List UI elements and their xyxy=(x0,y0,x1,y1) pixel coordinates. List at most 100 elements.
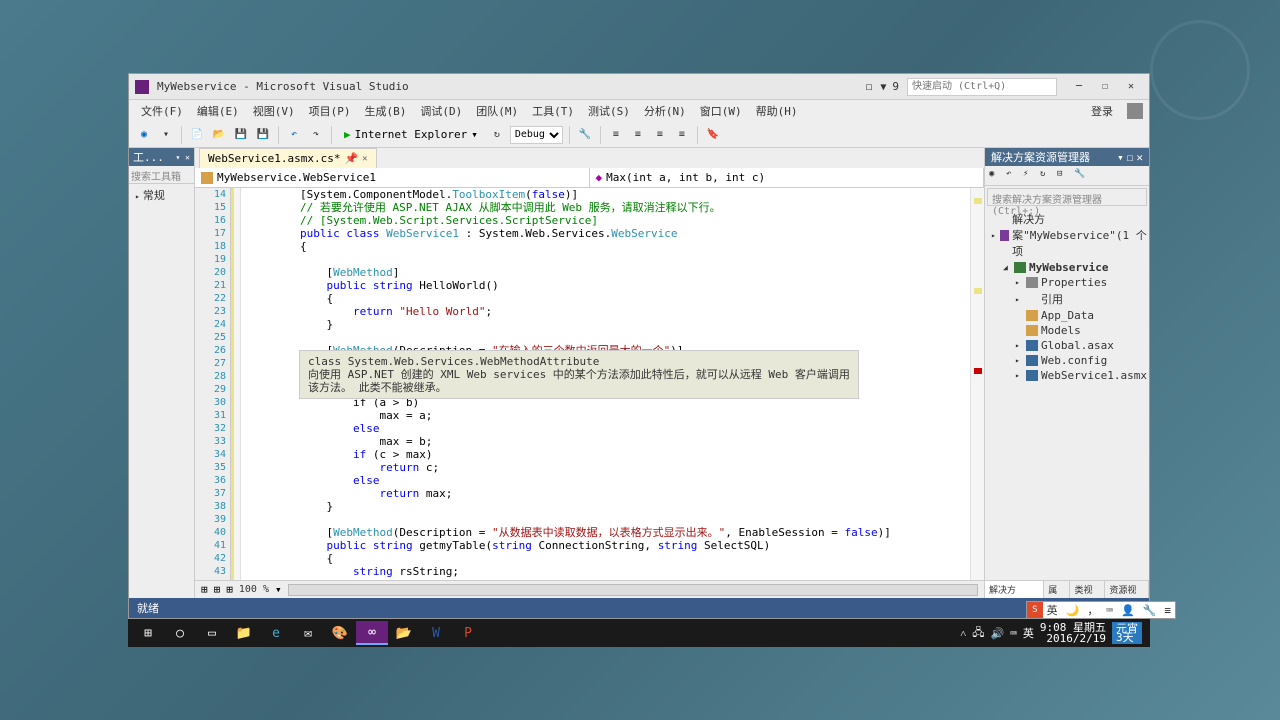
tree-item[interactable]: ▸WebService1.asmx xyxy=(987,368,1147,383)
solution-tree[interactable]: ▸解决方案"MyWebservice"(1 个项◢MyWebservice▸Pr… xyxy=(985,208,1149,580)
footer-icon3[interactable]: ⊞ xyxy=(226,583,233,596)
tree-item[interactable]: App_Data xyxy=(987,308,1147,323)
titlebar[interactable]: MyWebservice - Microsoft Visual Studio ☐… xyxy=(129,74,1149,100)
user-icon[interactable] xyxy=(1127,103,1143,119)
outlook-icon[interactable]: ✉ xyxy=(292,621,324,645)
se-refresh-icon[interactable]: ↻ xyxy=(1040,169,1054,183)
back-button[interactable]: ◉ xyxy=(135,126,153,144)
tree-item[interactable]: ▸Web.config xyxy=(987,353,1147,368)
se-search-input[interactable]: 搜索解决方案资源管理器(Ctrl+;) xyxy=(987,188,1147,206)
cortana-icon[interactable]: ○ xyxy=(164,621,196,645)
ime-menu-icon[interactable]: ≡ xyxy=(1160,604,1175,617)
forward-button[interactable]: ▾ xyxy=(157,126,175,144)
tree-item[interactable]: ▸Global.asax xyxy=(987,338,1147,353)
minimize-button[interactable]: ─ xyxy=(1067,78,1091,96)
menu-test[interactable]: 测试(S) xyxy=(582,101,636,121)
se-dock-icon[interactable]: ☐ xyxy=(1127,151,1134,164)
tree-item[interactable]: Models xyxy=(987,323,1147,338)
refresh-button[interactable]: ↻ xyxy=(488,126,506,144)
maximize-button[interactable]: ☐ xyxy=(1093,78,1117,96)
tree-item[interactable]: ◢MyWebservice xyxy=(987,260,1147,275)
ie-icon[interactable]: e xyxy=(260,621,292,645)
ime-settings-icon[interactable]: 🔧 xyxy=(1139,604,1161,617)
se-home-icon[interactable]: ◉ xyxy=(989,169,1003,183)
zoom-level[interactable]: 100 % xyxy=(239,584,269,595)
paint-icon[interactable]: 🎨 xyxy=(324,621,356,645)
run-button[interactable]: ▶Internet Explorer ▾ xyxy=(338,126,484,143)
taskview-icon[interactable]: ▭ xyxy=(196,621,228,645)
code-editor[interactable]: 1415161718192021222324252627282930313233… xyxy=(195,188,984,580)
tree-item[interactable]: ▸解决方案"MyWebservice"(1 个项 xyxy=(987,210,1147,260)
ime-moon-icon[interactable]: 🌙 xyxy=(1062,604,1084,617)
menu-tools[interactable]: 工具(T) xyxy=(526,101,580,121)
se-pin-icon[interactable]: ▾ xyxy=(1117,151,1124,164)
nav-class-dropdown[interactable]: MyWebservice.WebService1 xyxy=(195,168,590,187)
tb-icon1[interactable]: 🔧 xyxy=(576,126,594,144)
se-tab-resview[interactable]: 资源视图 xyxy=(1105,581,1149,598)
folder-icon[interactable]: 📂 xyxy=(388,621,420,645)
se-header[interactable]: 解决方案资源管理器 ▾☐✕ xyxy=(985,148,1149,166)
tray-network-icon[interactable]: 🖧 xyxy=(972,624,984,643)
tray-lang[interactable]: 英 xyxy=(1023,625,1034,641)
tb-indent3[interactable]: ≡ xyxy=(651,126,669,144)
ime-logo-icon[interactable]: S xyxy=(1027,602,1043,618)
h-scrollbar[interactable] xyxy=(288,584,978,596)
tb-bookmark[interactable]: 🔖 xyxy=(704,126,722,144)
undo-button[interactable]: ↶ xyxy=(285,126,303,144)
tab-webservice[interactable]: WebService1.asmx.cs* 📌 ✕ xyxy=(199,148,377,168)
menu-help[interactable]: 帮助(H) xyxy=(750,101,804,121)
close-button[interactable]: ✕ xyxy=(1119,78,1143,96)
weather-widget[interactable]: 元宵 3天 xyxy=(1112,622,1142,644)
ime-keyboard-icon[interactable]: ⌨ xyxy=(1102,604,1117,617)
powerpoint-icon[interactable]: P xyxy=(452,621,484,645)
se-sync-icon[interactable]: ⚡ xyxy=(1023,169,1037,183)
se-back-icon[interactable]: ↶ xyxy=(1006,169,1020,183)
se-collapse-icon[interactable]: ⊟ xyxy=(1057,169,1071,183)
tray-volume-icon[interactable]: 🔊 xyxy=(991,627,1005,640)
tb-indent1[interactable]: ≡ xyxy=(607,126,625,144)
feedback-icon[interactable]: ☐ xyxy=(866,80,873,93)
ime-bar[interactable]: S 英 🌙 ， ⌨ 👤 🔧 ≡ xyxy=(1026,601,1176,619)
menu-team[interactable]: 团队(M) xyxy=(470,101,524,121)
tab-pin-icon[interactable]: 📌 xyxy=(344,152,358,165)
menu-window[interactable]: 窗口(W) xyxy=(694,101,748,121)
footer-icon1[interactable]: ⊞ xyxy=(201,583,208,596)
ime-punct-icon[interactable]: ， xyxy=(1083,602,1102,618)
menu-edit[interactable]: 编辑(E) xyxy=(191,101,245,121)
menu-view[interactable]: 视图(V) xyxy=(247,101,301,121)
code-content[interactable]: class System.Web.Services.WebMethodAttri… xyxy=(241,188,970,580)
nav-method-dropdown[interactable]: ◆Max(int a, int b, int c) xyxy=(590,168,985,187)
word-icon[interactable]: W xyxy=(420,621,452,645)
menu-build[interactable]: 生成(B) xyxy=(359,101,413,121)
quick-launch-input[interactable] xyxy=(907,78,1057,96)
tree-item[interactable]: ▸引用 xyxy=(987,290,1147,308)
vs-taskbar-icon[interactable]: ∞ xyxy=(356,621,388,645)
redo-button[interactable]: ↷ xyxy=(307,126,325,144)
config-select[interactable]: Debug xyxy=(510,126,563,144)
menu-debug[interactable]: 调试(D) xyxy=(414,101,468,121)
se-prop-icon[interactable]: 🔧 xyxy=(1074,169,1088,183)
save-button[interactable]: 💾 xyxy=(232,126,250,144)
tray-ime-icon[interactable]: ⌨ xyxy=(1010,627,1017,640)
clock[interactable]: 9:08 星期五 2016/2/19 xyxy=(1040,622,1106,644)
footer-icon2[interactable]: ⊞ xyxy=(214,583,221,596)
breakpoint-margin[interactable] xyxy=(231,188,241,580)
se-tab-solution[interactable]: 解决方案... xyxy=(985,581,1044,598)
tb-indent4[interactable]: ≡ xyxy=(673,126,691,144)
toolbox-header[interactable]: 工... ▾ ✕ xyxy=(129,148,194,166)
explorer-icon[interactable]: 📁 xyxy=(228,621,260,645)
save-all-button[interactable]: 💾 xyxy=(254,126,272,144)
se-tab-classview[interactable]: 类视图 xyxy=(1070,581,1105,598)
se-tab-properties[interactable]: 属性 xyxy=(1044,581,1070,598)
open-button[interactable]: 📂 xyxy=(210,126,228,144)
start-button[interactable]: ⊞ xyxy=(132,621,164,645)
se-close-icon[interactable]: ✕ xyxy=(1136,151,1143,164)
login-button[interactable]: 登录 xyxy=(1085,101,1119,121)
toolbox-search[interactable]: 搜索工具箱 xyxy=(129,166,194,184)
menu-project[interactable]: 项目(P) xyxy=(303,101,357,121)
menu-analyze[interactable]: 分析(N) xyxy=(638,101,692,121)
tree-item[interactable]: ▸Properties xyxy=(987,275,1147,290)
ime-user-icon[interactable]: 👤 xyxy=(1117,604,1139,617)
tab-close-icon[interactable]: ✕ xyxy=(362,154,367,164)
tray-up-icon[interactable]: ˄ xyxy=(960,627,966,640)
